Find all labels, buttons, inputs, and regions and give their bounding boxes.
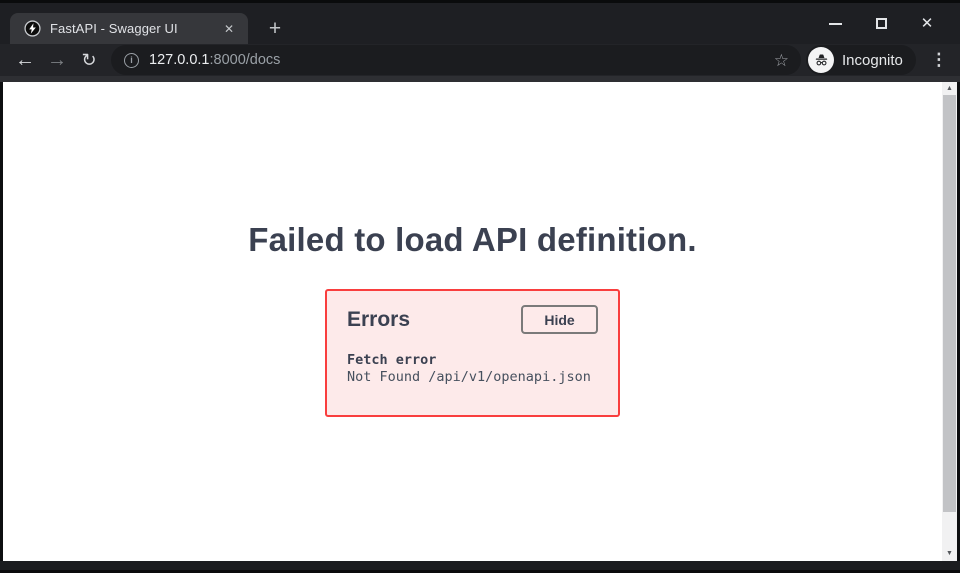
scrollbar-thumb[interactable] (943, 95, 956, 512)
error-item: Fetch error Not Found /api/v1/openapi.js… (347, 352, 598, 386)
reload-button[interactable]: ↻ (73, 44, 105, 76)
swagger-ui-container: Failed to load API definition. Errors Hi… (3, 220, 942, 417)
window-close-icon: ✕ (921, 16, 934, 31)
error-item-message: Not Found /api/v1/openapi.json (347, 369, 598, 386)
scroll-down-button[interactable]: ▼ (942, 547, 957, 560)
window-bottom-border (0, 561, 960, 573)
incognito-badge: Incognito (806, 45, 916, 75)
page-content: Failed to load API definition. Errors Hi… (3, 82, 957, 561)
error-item-title: Fetch error (347, 352, 598, 369)
browser-menu-button[interactable]: ⋮ (924, 45, 954, 75)
url-host: 127.0.0.1 (149, 52, 209, 68)
bookmark-star-icon[interactable]: ☆ (774, 52, 789, 69)
fastapi-favicon-icon (24, 20, 41, 37)
window-close-button[interactable]: ✕ (904, 3, 950, 44)
url-text[interactable]: 127.0.0.1:8000/docs (149, 52, 774, 68)
url-path: :8000/docs (209, 52, 280, 68)
tab-title: FastAPI - Swagger UI (50, 21, 214, 36)
maximize-button[interactable] (858, 3, 904, 44)
errors-panel: Errors Hide Fetch error Not Found /api/v… (325, 289, 620, 417)
minimize-icon (829, 23, 842, 25)
new-tab-button[interactable]: + (262, 16, 288, 42)
window-controls: ✕ (812, 3, 950, 44)
hide-button[interactable]: Hide (521, 305, 598, 334)
tab-fastapi-swagger-ui[interactable]: FastAPI - Swagger UI ✕ (10, 13, 248, 44)
page-scrollbar[interactable]: ▲ ▼ (942, 82, 957, 561)
site-info-icon[interactable]: i (124, 53, 139, 68)
incognito-label: Incognito (842, 52, 903, 69)
forward-button[interactable]: → (41, 44, 73, 76)
incognito-icon (808, 47, 834, 73)
titlebar: FastAPI - Swagger UI ✕ + ✕ (0, 0, 960, 44)
errors-title: Errors (347, 308, 410, 332)
address-bar[interactable]: i 127.0.0.1:8000/docs ☆ (111, 45, 801, 75)
maximize-icon (876, 18, 887, 29)
back-button[interactable]: ← (9, 44, 41, 76)
tab-close-icon[interactable]: ✕ (220, 20, 238, 38)
minimize-button[interactable] (812, 3, 858, 44)
errors-header: Errors Hide (347, 305, 598, 334)
browser-toolbar: ← → ↻ i 127.0.0.1:8000/docs ☆ Incognito … (0, 44, 960, 76)
scroll-up-button[interactable]: ▲ (942, 82, 957, 95)
failed-to-load-heading: Failed to load API definition. (3, 220, 942, 260)
